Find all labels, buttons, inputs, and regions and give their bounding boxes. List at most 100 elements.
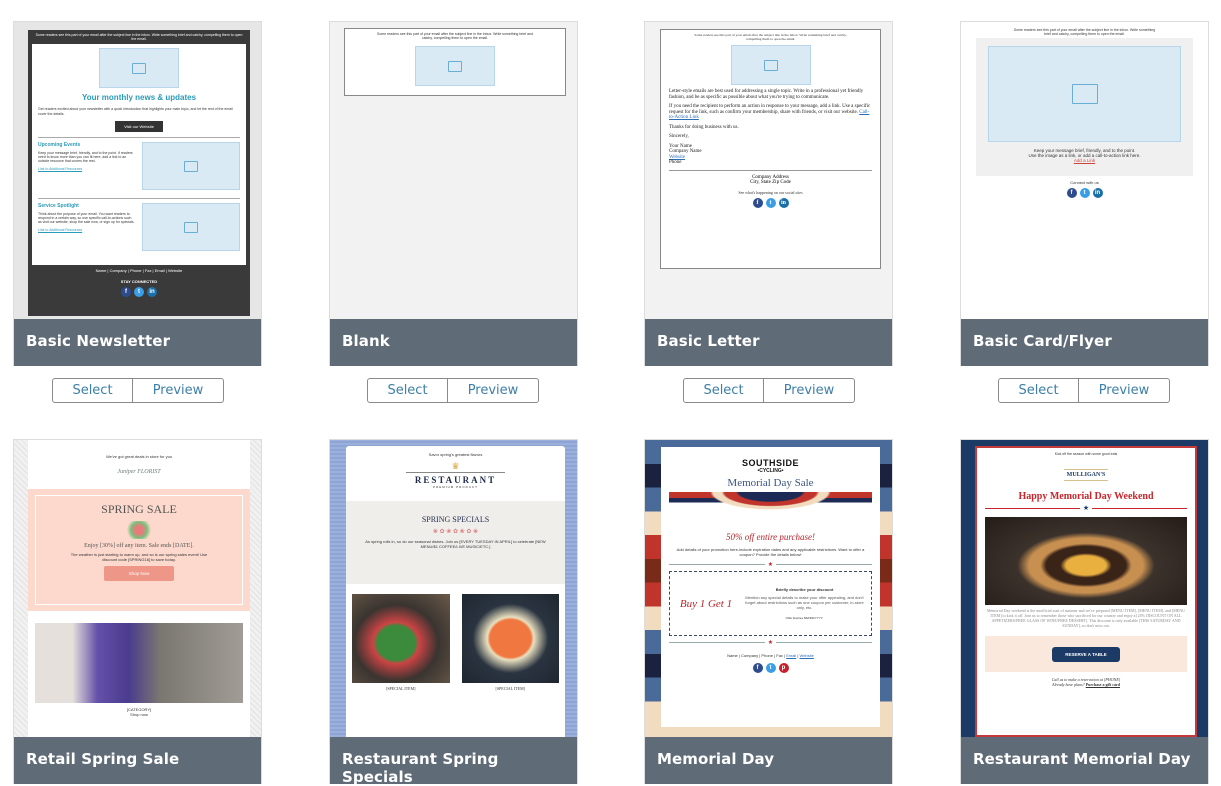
headline: SPRING SPECIALS — [421, 515, 490, 524]
stay-connected: STAY CONNECTED — [120, 279, 158, 284]
signature-phone: Phone — [669, 160, 682, 165]
preview-button[interactable]: Preview — [764, 379, 854, 402]
coupon-expiry: Offer Expires MM/DD/YYYY. — [785, 615, 824, 620]
select-button[interactable]: Select — [999, 379, 1079, 402]
image-icon — [763, 59, 778, 71]
template-card-basic-newsletter[interactable]: Some readers see this part of your email… — [13, 21, 262, 366]
twitter-icon: t — [1079, 188, 1090, 198]
image-placeholder — [142, 142, 240, 190]
twitter-icon: t — [134, 287, 144, 297]
logo: RESTAURANT — [406, 472, 505, 485]
template-thumbnail[interactable]: SOUTHSIDE •CYCLING• Memorial Day Sale 50… — [645, 440, 892, 737]
coupon-body: Mention any special details to make your… — [745, 594, 864, 610]
preview-button[interactable]: Preview — [448, 379, 538, 402]
coupon-headline: Buy 1 Get 1 — [679, 597, 733, 610]
select-button[interactable]: Select — [53, 379, 133, 402]
template-actions: Select Preview — [998, 378, 1170, 403]
flower-illustration — [121, 521, 157, 539]
preheader: We've got great deals in store for you — [105, 454, 173, 459]
footer-text: Name | Company | Phone | Fax | — [727, 653, 786, 658]
letter-paragraph: Letter-style emails are best used for ad… — [669, 89, 864, 100]
template-actions: Select Preview — [52, 378, 224, 403]
section-title: Upcoming Events — [38, 142, 81, 148]
image-placeholder — [99, 48, 179, 88]
template-thumbnail[interactable]: Kick off the season with some good eats … — [961, 440, 1208, 737]
image-placeholder — [142, 203, 240, 251]
image-icon — [448, 60, 462, 72]
twitter-icon: t — [765, 197, 776, 208]
item-label: [SPECIAL ITEM] — [495, 686, 525, 691]
section-link: Link to Additional Resources — [38, 166, 83, 171]
section-body: Think about the purpose of your email. Y… — [38, 212, 135, 225]
logo: MULLIGAN'S — [1064, 469, 1108, 481]
shop-link: Shop now — [130, 712, 148, 717]
template-card-memorial-day[interactable]: SOUTHSIDE •CYCLING• Memorial Day Sale 50… — [644, 439, 893, 784]
template-card-retail-spring-sale[interactable]: We've got great deals in store for you J… — [13, 439, 262, 784]
template-name: Blank — [330, 319, 577, 366]
item-label: [SPECIAL ITEM] — [385, 686, 416, 691]
twitter-icon: t — [765, 663, 776, 673]
letter-paragraph: Thanks for doing business with us. — [669, 124, 739, 130]
logo: Juniper FLORIST — [117, 469, 161, 475]
facebook-icon: f — [752, 663, 763, 673]
headline: Memorial Day Sale — [727, 477, 814, 489]
image-placeholder — [730, 45, 811, 85]
template-thumbnail[interactable]: We've got great deals in store for you J… — [14, 440, 261, 737]
preheader: Some readers see this part of your email… — [35, 33, 243, 41]
facebook-icon: f — [752, 197, 763, 208]
template-card-restaurant-spring-specials[interactable]: Savor spring's greatest flavors ♛ RESTAU… — [329, 439, 578, 786]
plans-text: Already have plans? — [1052, 682, 1085, 687]
body-text: As spring rolls in, so do our seasonal d… — [365, 539, 546, 549]
template-name: Basic Card/Flyer — [961, 319, 1208, 366]
template-actions: Select Preview — [683, 378, 855, 403]
template-thumbnail[interactable]: Some readers see this part of your email… — [330, 22, 577, 319]
body-text: Memorial Day weekend is the unofficial s… — [986, 608, 1186, 628]
coupon-title: Briefly describe your discount — [775, 586, 834, 592]
signoff: Sincerely, — [669, 134, 689, 139]
select-button[interactable]: Select — [368, 379, 448, 402]
preview-button[interactable]: Preview — [1079, 379, 1169, 402]
template-card-basic-letter[interactable]: Some readers see this part of your email… — [644, 21, 893, 366]
footer-text: Name | Company | Phone | Fax | Email | W… — [95, 268, 183, 273]
preview-button[interactable]: Preview — [133, 379, 223, 402]
template-card-restaurant-memorial-day[interactable]: Kick off the season with some good eats … — [960, 439, 1209, 784]
section-link: Link to Additional Resources — [38, 227, 83, 232]
intro-text: Get readers excited about your newslette… — [38, 107, 233, 116]
template-card-blank[interactable]: Some readers see this part of your email… — [329, 21, 578, 366]
address: City, State Zip Code — [750, 180, 791, 185]
salad-photo — [352, 594, 450, 683]
preheader: Kick off the season with some good eats — [1054, 452, 1118, 456]
image-placeholder — [988, 46, 1181, 142]
template-thumbnail[interactable]: Savor spring's greatest flavors ♛ RESTAU… — [330, 440, 577, 737]
template-name: Basic Newsletter — [14, 319, 261, 366]
website-link: Website — [799, 653, 814, 658]
template-name: Restaurant Memorial Day — [961, 737, 1208, 784]
select-button[interactable]: Select — [684, 379, 764, 402]
connect-text: Connect with us — [1070, 180, 1099, 185]
star-divider: ★ — [669, 562, 872, 568]
image-icon — [1071, 84, 1098, 104]
template-actions: Select Preview — [367, 378, 539, 403]
cta-button: Visit our Website — [115, 121, 163, 132]
template-thumbnail[interactable]: Some readers see this part of your email… — [645, 22, 892, 319]
logo-subtitle: PREMIUM PRODUCT — [433, 485, 478, 489]
template-thumbnail[interactable]: Some readers see this part of your email… — [14, 22, 261, 319]
crown-icon: ♛ — [451, 461, 460, 471]
image-icon — [184, 160, 198, 172]
letter-paragraph: If you need the recipient to perform an … — [669, 104, 871, 115]
facebook-icon: f — [1066, 188, 1077, 198]
add-link: Add a Link — [1073, 158, 1096, 163]
flowers-photo — [35, 623, 243, 703]
burgers-photo — [985, 517, 1187, 605]
reserve-table-button: RESERVE A TABLE — [1052, 646, 1120, 662]
star-divider: ★ — [669, 640, 872, 646]
email-link: Email — [786, 653, 797, 658]
bunting-decoration — [669, 492, 872, 522]
social-text: See what's happening on our social sites — [738, 189, 803, 195]
gift-card-link: Purchase a gift card — [1085, 682, 1120, 687]
signature-website: Website — [669, 154, 685, 160]
shop-now-button: Shop Now — [104, 566, 174, 581]
template-thumbnail[interactable]: Some readers see this part of your email… — [961, 22, 1208, 319]
template-card-basic-card-flyer[interactable]: Some readers see this part of your email… — [960, 21, 1209, 366]
image-placeholder — [415, 46, 495, 86]
